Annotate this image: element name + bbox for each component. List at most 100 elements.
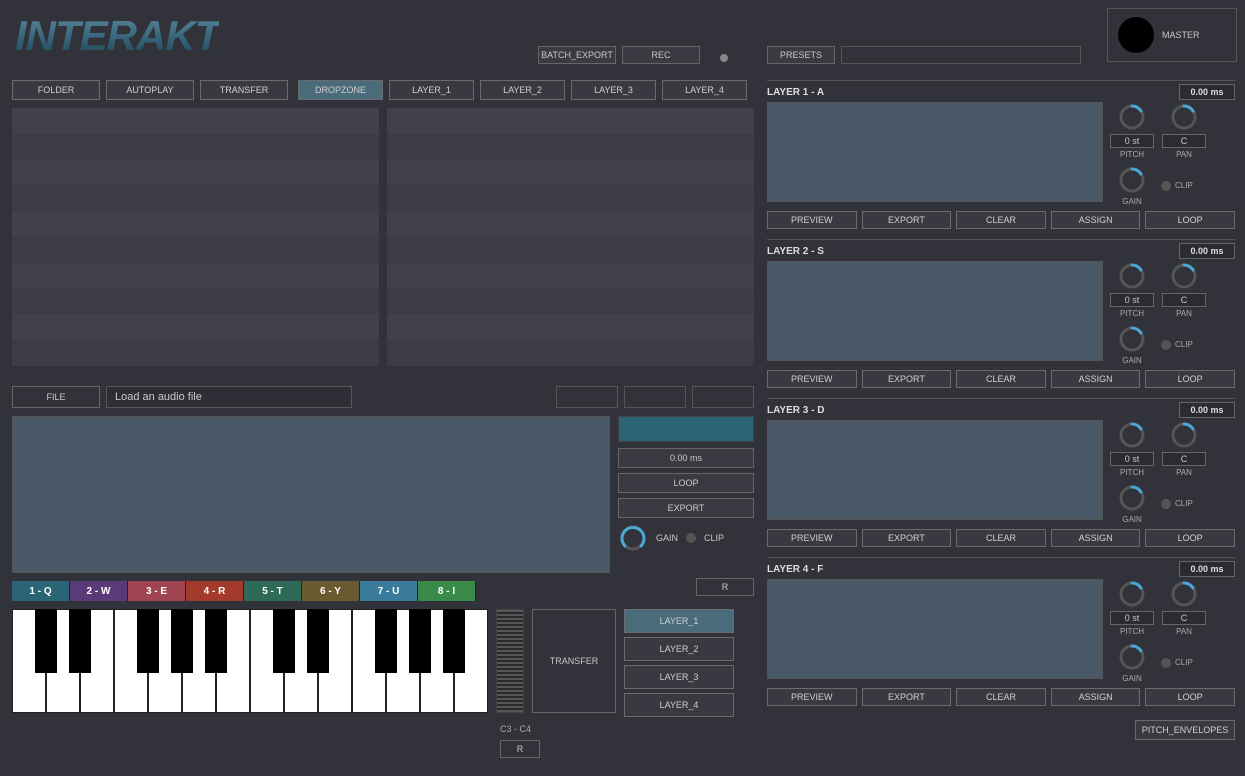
list-row[interactable] [387, 211, 754, 237]
pad-4[interactable]: 4 - R [186, 581, 244, 601]
list-row[interactable] [387, 263, 754, 289]
layer-pick-layer_3[interactable]: LAYER_3 [624, 665, 734, 689]
file-slot-3[interactable] [692, 386, 754, 408]
tab-transfer[interactable]: TRANSFER [200, 80, 288, 100]
list-row[interactable] [12, 108, 379, 134]
file-list-a[interactable] [12, 108, 379, 366]
export-button[interactable]: EXPORT [862, 529, 952, 547]
piano-keyboard[interactable] [12, 609, 488, 713]
black-key[interactable] [307, 609, 329, 673]
export-button[interactable]: EXPORT [862, 211, 952, 229]
main-gain-knob[interactable] [618, 523, 648, 553]
pan-knob[interactable] [1169, 261, 1199, 291]
pad-7[interactable]: 7 - U [360, 581, 418, 601]
export-button[interactable]: EXPORT [862, 370, 952, 388]
list-row[interactable] [12, 160, 379, 186]
file-slot-1[interactable] [556, 386, 618, 408]
clear-button[interactable]: CLEAR [956, 529, 1046, 547]
assign-button[interactable]: ASSIGN [1051, 688, 1141, 706]
presets-button[interactable]: PRESETS [767, 46, 835, 64]
black-key[interactable] [409, 609, 431, 673]
main-export-button[interactable]: EXPORT [618, 498, 754, 518]
list-row[interactable] [387, 237, 754, 263]
loop-button[interactable]: LOOP [1145, 211, 1235, 229]
layer-waveform-1[interactable] [767, 102, 1103, 202]
assign-button[interactable]: ASSIGN [1051, 211, 1141, 229]
tab-folder[interactable]: FOLDER [12, 80, 100, 100]
black-key[interactable] [35, 609, 57, 673]
black-key[interactable] [375, 609, 397, 673]
tab-layer_1[interactable]: LAYER_1 [389, 80, 474, 100]
list-row[interactable] [387, 185, 754, 211]
list-row[interactable] [12, 185, 379, 211]
pitch-knob[interactable] [1117, 102, 1147, 132]
preview-button[interactable]: PREVIEW [767, 529, 857, 547]
master-knob[interactable] [1114, 13, 1158, 57]
black-key[interactable] [273, 609, 295, 673]
list-row[interactable] [387, 160, 754, 186]
transfer-button-2[interactable]: TRANSFER [532, 609, 616, 713]
tab-layer_3[interactable]: LAYER_3 [571, 80, 656, 100]
pad-5[interactable]: 5 - T [244, 581, 302, 601]
layer-waveform-4[interactable] [767, 579, 1103, 679]
preset-display[interactable] [841, 46, 1081, 64]
pad-3[interactable]: 3 - E [128, 581, 186, 601]
file-button[interactable]: FILE [12, 386, 100, 408]
clear-button[interactable]: CLEAR [956, 370, 1046, 388]
waveform-overview[interactable] [618, 416, 754, 442]
rec-button[interactable]: REC [622, 46, 700, 64]
list-row[interactable] [387, 340, 754, 366]
layer-waveform-3[interactable] [767, 420, 1103, 520]
assign-button[interactable]: ASSIGN [1051, 529, 1141, 547]
clear-button[interactable]: CLEAR [956, 688, 1046, 706]
list-row[interactable] [12, 263, 379, 289]
pad-8[interactable]: 8 - I [418, 581, 476, 601]
layer-pick-layer_1[interactable]: LAYER_1 [624, 609, 734, 633]
gain-knob[interactable] [1117, 324, 1147, 354]
tab-layer_2[interactable]: LAYER_2 [480, 80, 565, 100]
pad-2[interactable]: 2 - W [70, 581, 128, 601]
loop-button[interactable]: LOOP [1145, 529, 1235, 547]
list-row[interactable] [12, 134, 379, 160]
list-row[interactable] [387, 134, 754, 160]
main-loop-button[interactable]: LOOP [618, 473, 754, 493]
pan-knob[interactable] [1169, 579, 1199, 609]
layer-pick-layer_2[interactable]: LAYER_2 [624, 637, 734, 661]
r-button-bottom[interactable]: R [500, 740, 540, 758]
tab-autoplay[interactable]: AUTOPLAY [106, 80, 194, 100]
main-waveform[interactable] [12, 416, 610, 573]
black-key[interactable] [137, 609, 159, 673]
file-list-b[interactable] [387, 108, 754, 366]
tab-layer_4[interactable]: LAYER_4 [662, 80, 747, 100]
black-key[interactable] [205, 609, 227, 673]
batch-export-button[interactable]: BATCH_EXPORT [538, 46, 616, 64]
clear-button[interactable]: CLEAR [956, 211, 1046, 229]
mod-wheel[interactable] [496, 609, 524, 713]
pad-6[interactable]: 6 - Y [302, 581, 360, 601]
pitch-knob[interactable] [1117, 261, 1147, 291]
pan-knob[interactable] [1169, 102, 1199, 132]
preview-button[interactable]: PREVIEW [767, 370, 857, 388]
assign-button[interactable]: ASSIGN [1051, 370, 1141, 388]
layer-waveform-2[interactable] [767, 261, 1103, 361]
preview-button[interactable]: PREVIEW [767, 688, 857, 706]
pitch-knob[interactable] [1117, 420, 1147, 450]
list-row[interactable] [387, 314, 754, 340]
gain-knob[interactable] [1117, 165, 1147, 195]
loop-button[interactable]: LOOP [1145, 370, 1235, 388]
list-row[interactable] [12, 314, 379, 340]
pad-1[interactable]: 1 - Q [12, 581, 70, 601]
list-row[interactable] [387, 108, 754, 134]
r-button-top[interactable]: R [696, 578, 754, 596]
export-button[interactable]: EXPORT [862, 688, 952, 706]
list-row[interactable] [12, 340, 379, 366]
list-row[interactable] [12, 289, 379, 315]
black-key[interactable] [171, 609, 193, 673]
preview-button[interactable]: PREVIEW [767, 211, 857, 229]
list-row[interactable] [12, 237, 379, 263]
tab-dropzone[interactable]: DROPZONE [298, 80, 383, 100]
gain-knob[interactable] [1117, 483, 1147, 513]
layer-pick-layer_4[interactable]: LAYER_4 [624, 693, 734, 717]
black-key[interactable] [69, 609, 91, 673]
black-key[interactable] [443, 609, 465, 673]
